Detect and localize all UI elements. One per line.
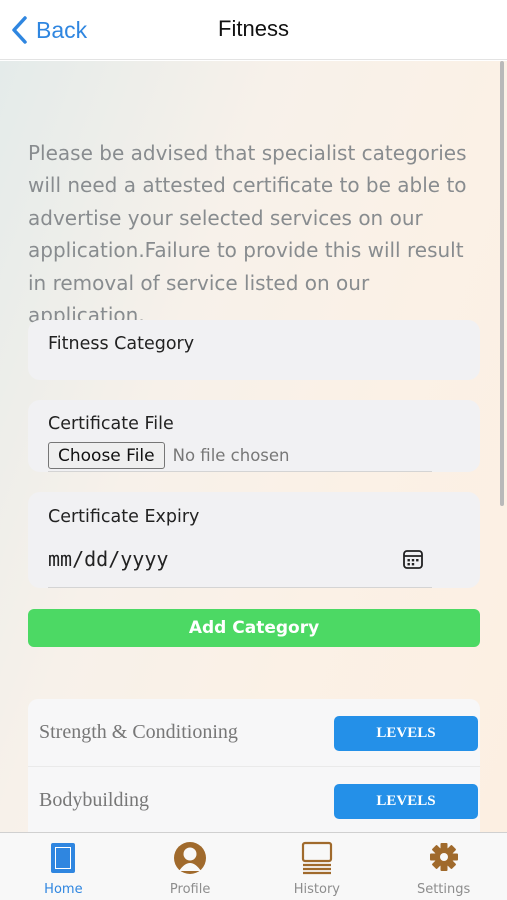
- expiry-field-divider: [48, 587, 432, 588]
- levels-button[interactable]: LEVELS: [334, 784, 478, 819]
- tab-label: Home: [44, 882, 83, 897]
- levels-button[interactable]: LEVELS: [334, 716, 478, 751]
- expiry-date-input[interactable]: mm/dd/yyyy: [48, 547, 168, 571]
- history-icon: [301, 841, 332, 875]
- certificate-file-label: Certificate File: [48, 414, 174, 434]
- category-name: Strength & Conditioning: [39, 721, 238, 743]
- home-icon: [51, 843, 76, 873]
- certificate-expiry-label: Certificate Expiry: [48, 507, 200, 527]
- calendar-icon[interactable]: [402, 548, 424, 570]
- tab-label: Settings: [416, 882, 471, 897]
- file-input[interactable]: Choose File No file chosen: [48, 442, 290, 469]
- fitness-category-label: Fitness Category: [48, 334, 195, 354]
- no-file-text: No file chosen: [172, 446, 290, 465]
- tab-profile[interactable]: Profile: [127, 833, 254, 900]
- tab-history[interactable]: History: [254, 833, 381, 900]
- scrollbar[interactable]: [500, 61, 504, 506]
- add-category-button[interactable]: Add Category: [28, 609, 480, 647]
- list-item: Strength & Conditioning LEVELS: [28, 699, 480, 766]
- certificate-notice: Please be advised that specialist catego…: [28, 141, 467, 328]
- category-name: Bodybuilding: [39, 789, 150, 811]
- certificate-expiry-field: Certificate Expiry mm/dd/yyyy: [28, 492, 480, 588]
- profile-icon: [174, 842, 207, 874]
- tab-label: History: [293, 882, 340, 897]
- main-content[interactable]: Please be advised that specialist catego…: [0, 61, 507, 832]
- tab-settings[interactable]: Settings: [380, 833, 507, 900]
- fitness-category-field[interactable]: Fitness Category: [28, 320, 480, 380]
- bottom-tab-bar: Home Profile History Settings: [0, 832, 507, 900]
- tab-label: Profile: [169, 882, 211, 897]
- gear-icon: [429, 843, 458, 871]
- certificate-file-field: Certificate File Choose File No file cho…: [28, 400, 480, 472]
- file-field-divider: [48, 471, 432, 472]
- tab-home[interactable]: Home: [0, 833, 127, 900]
- top-navigation-bar: Back Fitness: [0, 0, 507, 60]
- list-item: Bodybuilding LEVELS: [28, 766, 480, 832]
- page-title: Fitness: [218, 16, 289, 41]
- choose-file-button[interactable]: Choose File: [48, 442, 165, 469]
